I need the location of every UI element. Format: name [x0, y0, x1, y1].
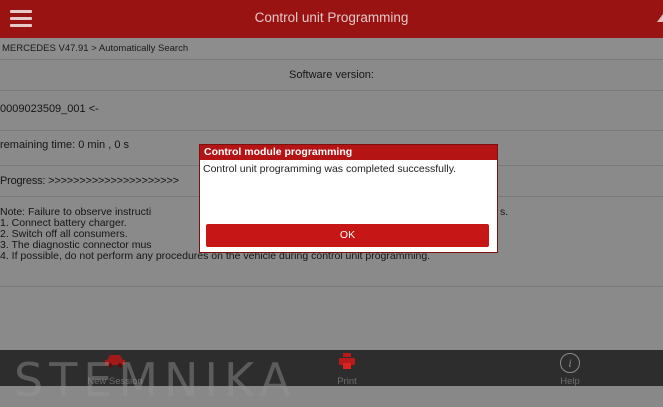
version-value: 0009023509_001 <- — [0, 103, 99, 115]
page-title: Control unit Programming — [254, 10, 409, 25]
print-label: Print — [337, 376, 357, 387]
info-icon: i — [560, 353, 580, 373]
print-button[interactable]: Print — [292, 350, 402, 387]
version-row: 0009023509_001 <- — [0, 91, 663, 131]
dialog-title: Control module programming — [200, 145, 497, 160]
dialog-message: Control unit programming was completed s… — [203, 163, 457, 175]
watermark: STEMNIKA — [14, 353, 297, 407]
help-button[interactable]: i Help — [515, 350, 625, 387]
corner-triangle-icon — [657, 14, 663, 22]
help-label: Help — [560, 376, 580, 387]
software-version-header: Software version: — [0, 60, 663, 91]
completion-dialog: Control module programming Control unit … — [199, 144, 498, 253]
software-version-label: Software version: — [289, 69, 374, 81]
note-tail: s. — [500, 206, 509, 218]
app-header: Control unit Programming — [0, 0, 663, 38]
printer-icon — [339, 353, 355, 369]
breadcrumb: MERCEDES V47.91 > Automatically Search — [0, 38, 663, 60]
ok-button[interactable]: OK — [206, 224, 489, 247]
remaining-time-text: remaining time: 0 min , 0 s — [0, 139, 129, 151]
progress-text: Progress: >>>>>>>>>>>>>>>>>>>>> — [0, 175, 179, 187]
